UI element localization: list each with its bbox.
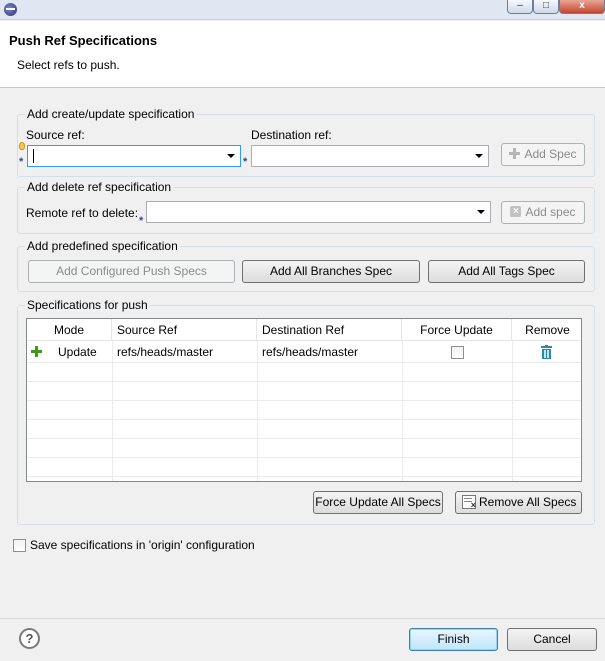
add-spec-button[interactable]: Add Spec [501,143,585,166]
save-specs-label[interactable]: Save specifications in 'origin' configur… [30,538,255,552]
delete-spec-group-label: Add delete ref specification [25,180,174,194]
add-delete-spec-label: Add spec [525,205,576,219]
source-ref-combo[interactable] [27,145,241,167]
row-source-ref[interactable]: refs/heads/master [117,342,213,362]
column-header-destination-ref[interactable]: Destination Ref [257,319,402,341]
add-configured-push-specs-button[interactable]: Add Configured Push Specs [28,260,235,283]
save-specs-checkbox[interactable] [13,539,26,552]
add-delete-spec-button[interactable]: × Add spec [501,201,585,224]
required-marker-icon: * [243,156,248,168]
table-row[interactable]: Update refs/heads/master refs/heads/mast… [27,342,581,362]
row-mode: Update [58,345,97,359]
column-header-mode[interactable]: Mode [27,319,112,341]
destination-ref-combo[interactable] [251,145,489,167]
row-destination-ref[interactable]: refs/heads/master [262,342,358,362]
add-spec-label: Add Spec [524,147,577,161]
plus-icon [31,346,42,357]
lightbulb-hint-icon [19,142,25,150]
column-header-force-update[interactable]: Force Update [402,319,512,341]
remove-all-icon: × [462,495,476,510]
specs-table[interactable]: Mode Source Ref Destination Ref Force Up… [26,318,582,482]
remote-ref-label: Remote ref to delete: [26,206,139,220]
remote-ref-combo[interactable] [146,201,491,223]
close-button[interactable]: x [559,0,605,14]
maximize-button[interactable]: □ [533,0,559,14]
plus-icon [509,148,521,159]
finish-button[interactable]: Finish [409,628,498,651]
wizard-header: Push Ref Specifications Select refs to p… [0,21,605,88]
column-header-remove[interactable]: Remove [512,319,581,341]
destination-ref-label: Destination ref: [251,128,332,142]
page-subtitle: Select refs to push. [17,58,120,72]
remove-all-specs-button[interactable]: × Remove All Specs [455,491,582,514]
predefined-spec-group-label: Add predefined specification [25,239,180,253]
required-marker-icon: * [139,215,144,227]
cancel-button[interactable]: Cancel [507,628,597,651]
source-ref-label: Source ref: [26,128,85,142]
delete-icon: × [510,206,522,217]
force-update-all-specs-button[interactable]: Force Update All Specs [313,491,443,514]
trash-icon[interactable] [541,345,552,359]
help-icon[interactable]: ? [19,628,40,649]
title-bar: – □ x [0,0,605,20]
chevron-down-icon[interactable] [475,154,483,158]
row-force-update-checkbox[interactable] [451,346,464,359]
text-caret [33,149,34,163]
chevron-down-icon[interactable] [477,210,485,214]
remove-all-specs-label: Remove All Specs [479,495,577,509]
add-all-tags-spec-button[interactable]: Add All Tags Spec [428,260,585,283]
eclipse-icon [4,3,17,16]
create-spec-group-label: Add create/update specification [25,107,197,121]
specs-group-label: Specifications for push [25,298,150,312]
required-marker-icon: * [19,156,24,168]
add-all-branches-spec-button[interactable]: Add All Branches Spec [242,260,420,283]
chevron-down-icon[interactable] [227,154,235,158]
minimize-button[interactable]: – [507,0,533,14]
page-title: Push Ref Specifications [9,33,158,48]
column-header-source-ref[interactable]: Source Ref [112,319,257,341]
footer-separator [0,618,605,619]
